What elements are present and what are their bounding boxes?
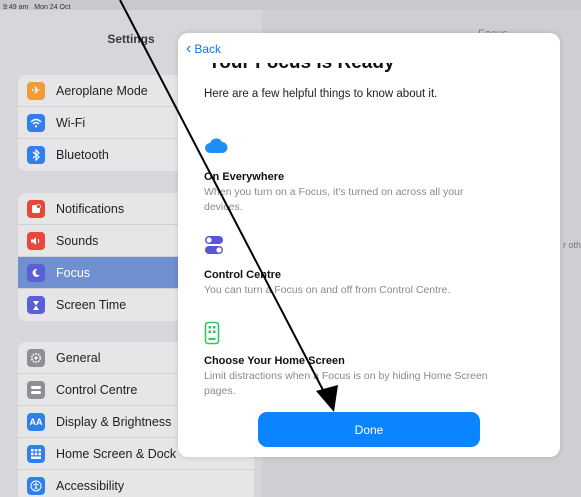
feature-title: Control Centre (204, 269, 281, 281)
airplane-icon: ✈ (27, 81, 45, 100)
ipad-screen: 9:49 am Mon 24 Oct Settings ✈ Aeroplane … (0, 0, 581, 497)
sidebar-item-label: Sounds (56, 233, 99, 248)
toggle-icon (204, 235, 224, 260)
back-button-label: Back (194, 42, 222, 56)
grid-icon (27, 444, 45, 463)
moon-icon (27, 263, 45, 282)
sidebar-item-label: Display & Brightness (56, 414, 172, 429)
sidebar-item-label: Bluetooth (56, 148, 109, 162)
aa-icon: AA (27, 412, 45, 431)
sheet-intro: Here are a few helpful things to know ab… (204, 88, 438, 100)
feature-description: You can turn a Focus on and off from Con… (204, 284, 451, 296)
sidebar-item-label: Control Centre (56, 382, 138, 397)
sidebar-item-label: General (56, 350, 101, 365)
sidebar-item-label: Home Screen & Dock (56, 446, 177, 461)
phone-icon (204, 321, 220, 350)
hourglass-icon (27, 296, 45, 314)
feature-description: Limit distractions when a Focus is on by… (204, 370, 488, 397)
back-button[interactable]: ‹ Back (186, 40, 222, 57)
sidebar-item-label: Wi-Fi (56, 115, 86, 130)
chevron-left-icon: ‹ (186, 40, 192, 57)
done-button[interactable]: Done (258, 412, 480, 447)
sidebar-item-label: Focus (56, 265, 91, 280)
bell-icon (27, 199, 45, 218)
feature-title: Choose Your Home Screen (204, 355, 345, 367)
sidebar-item-label: Notifications (56, 201, 125, 216)
switches-icon (27, 380, 45, 399)
sidebar-item-accessibility[interactable]: Accessibility (18, 470, 254, 497)
sidebar-item-label: Aeroplane Mode (56, 83, 148, 98)
feature-title: On Everywhere (204, 171, 285, 183)
sidebar-item-label: Accessibility (56, 479, 125, 493)
wifi-icon (27, 113, 45, 132)
accessibility-icon (27, 477, 45, 495)
cloud-icon (204, 138, 228, 159)
sheet-heading: Your Focus Is Ready (208, 52, 395, 73)
focus-ready-sheet: ‹ Back Your Focus Is Ready Here are a fe… (178, 33, 560, 457)
feature-description: When you turn on a Focus, it's turned on… (204, 186, 464, 213)
gear-icon (27, 348, 45, 367)
bluetooth-icon (27, 146, 45, 164)
detail-text-fragment: r oth (563, 240, 581, 250)
sidebar-item-label: Screen Time (56, 298, 127, 312)
speaker-icon (27, 231, 45, 250)
